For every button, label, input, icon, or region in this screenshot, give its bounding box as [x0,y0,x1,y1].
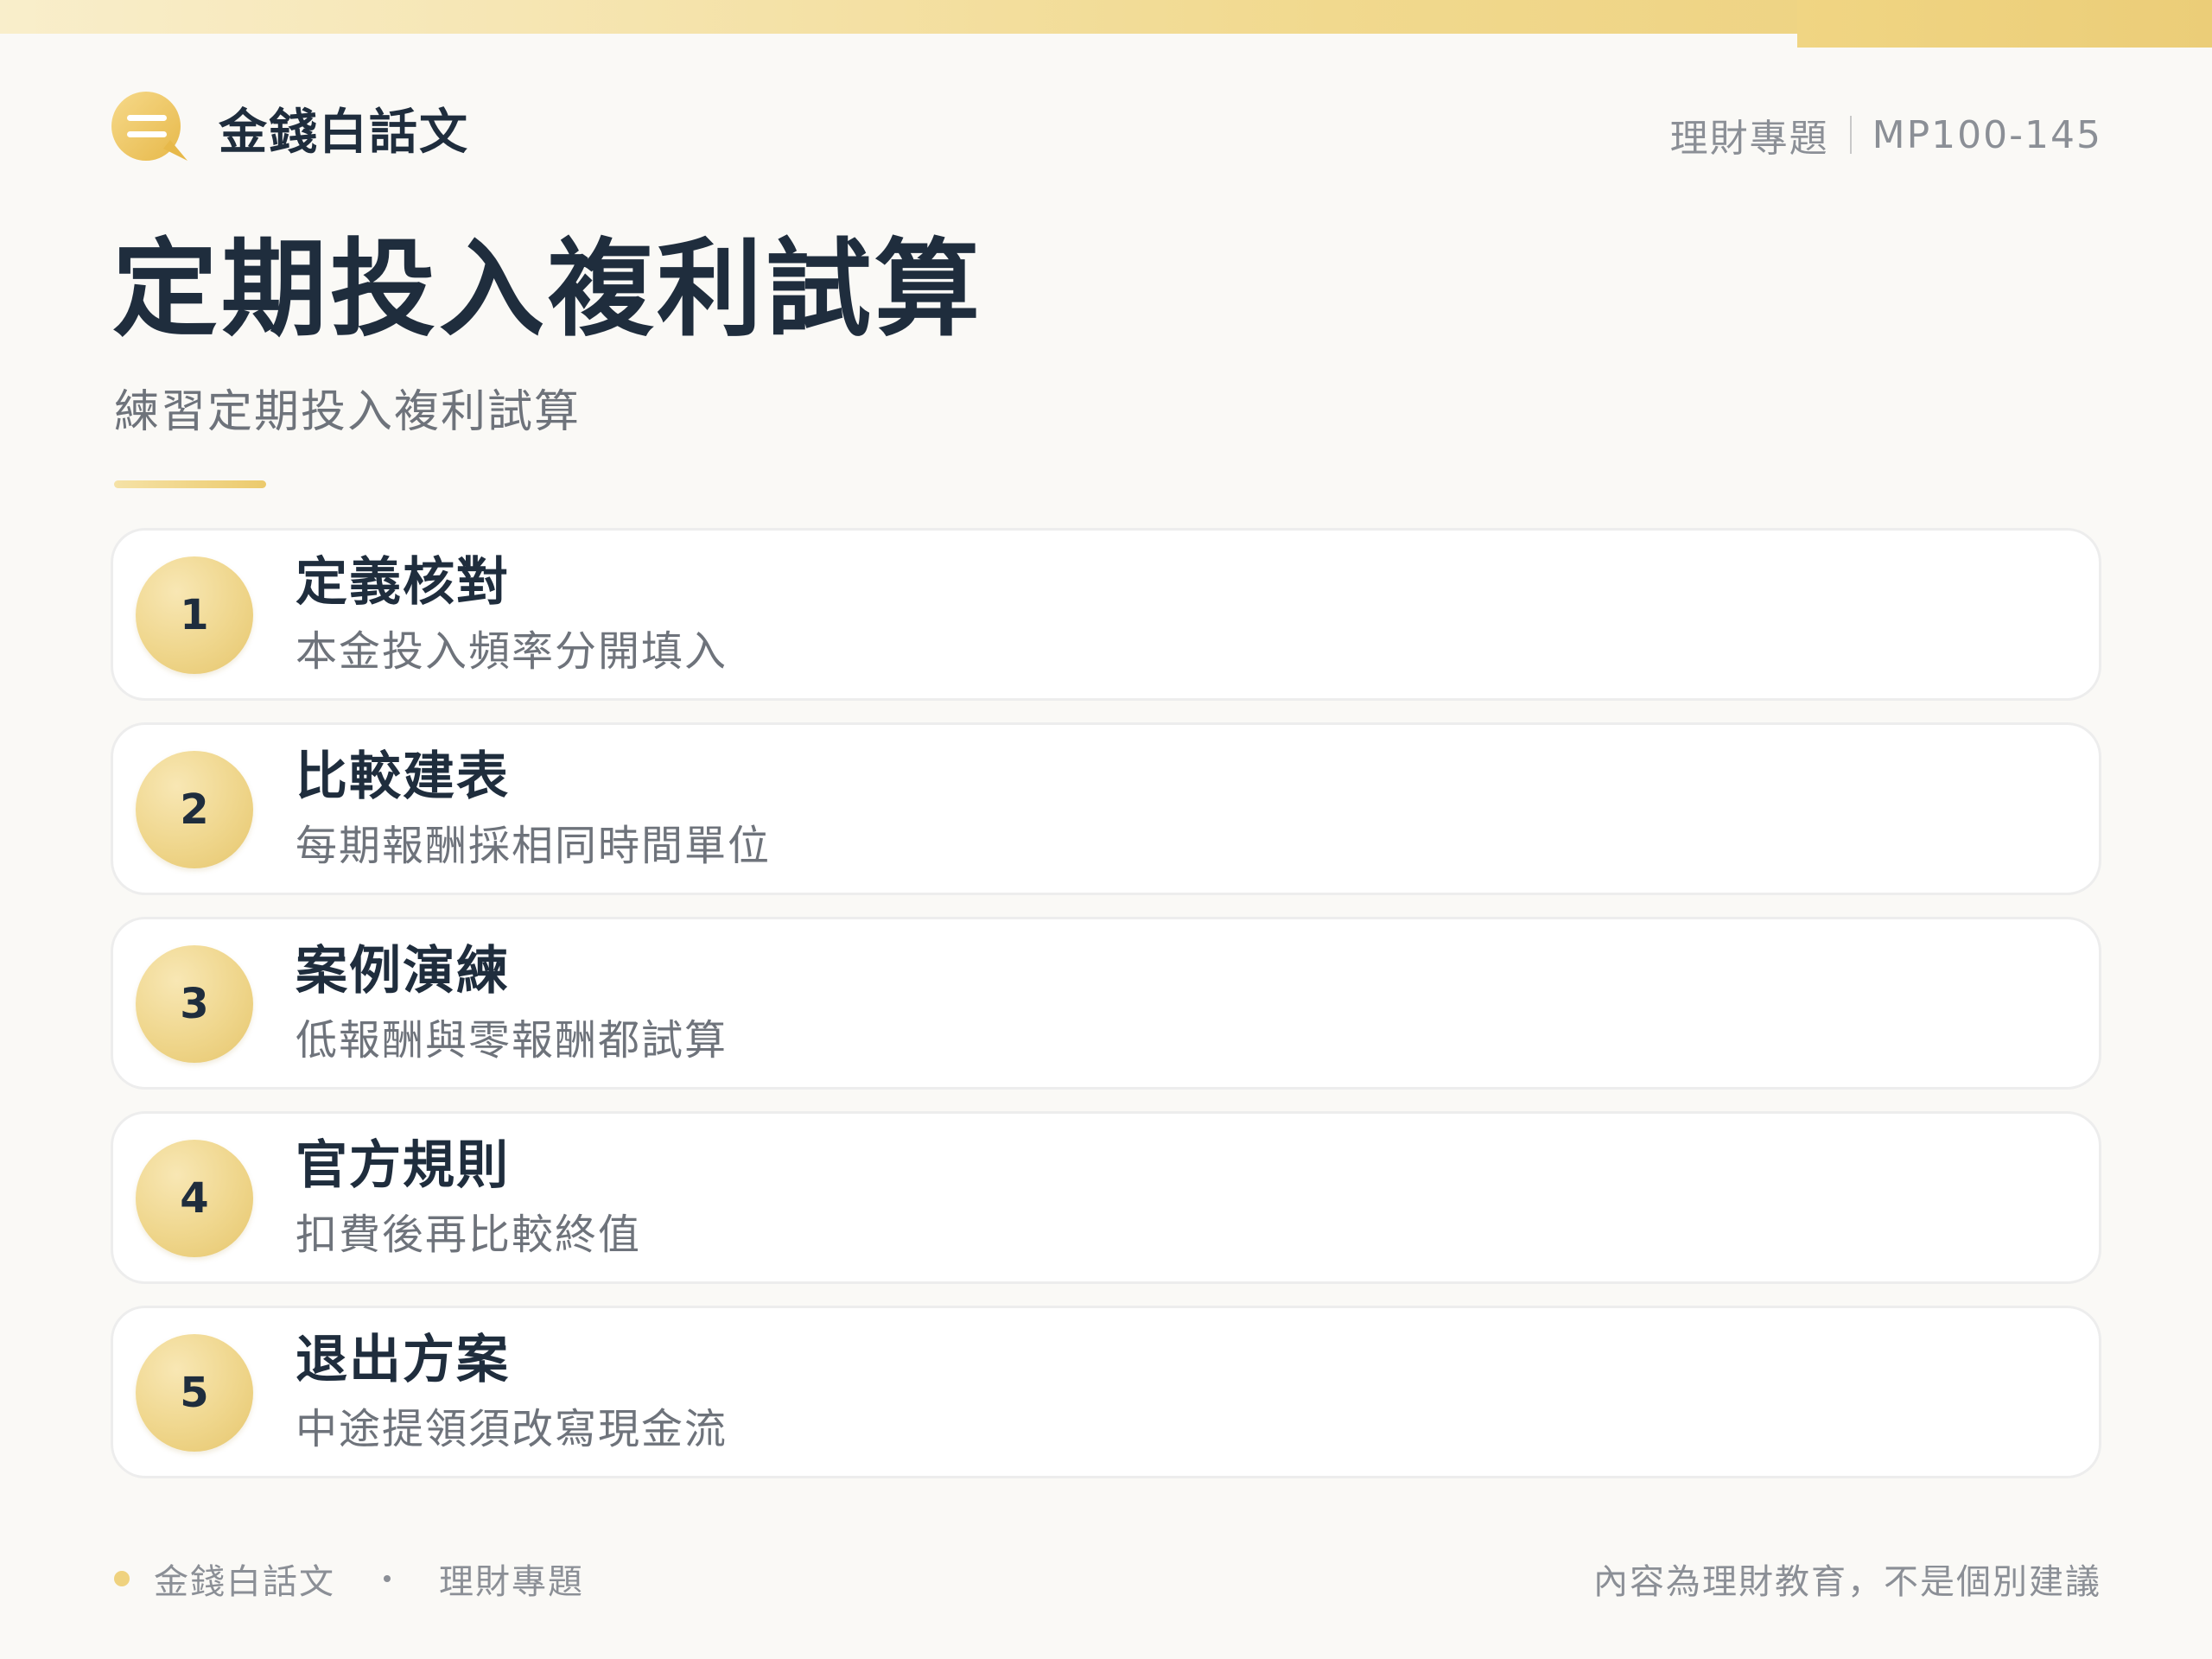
step-title: 定義核對 [296,552,510,613]
page-subtitle: 練習定期投入複利試算 [114,386,582,438]
page-title: 定期投入複利試算 [112,228,983,351]
step-card: 4 官方規則 扣費後再比較終值 [111,1111,2101,1284]
steps-list: 1 定義核對 本金投入頻率分開填入 2 比較建表 每期報酬採相同時間單位 3 案… [111,528,2101,1500]
step-card: 3 案例演練 低報酬與零報酬都試算 [111,917,2101,1090]
step-card: 1 定義核對 本金投入頻率分開填入 [111,528,2101,701]
footer-dot-icon [114,1571,130,1586]
top-accent-tab [1797,0,2212,48]
header-code: MP100-145 [1872,112,2102,157]
step-number-badge: 2 [136,751,253,868]
footer-bullet-icon [384,1575,391,1582]
header-separator [1849,116,1852,154]
footer-category: 理財專題 [439,1562,584,1602]
step-title: 比較建表 [296,747,510,807]
step-description: 扣費後再比較終值 [296,1211,642,1259]
footer-brand: 金錢白話文 [154,1562,335,1602]
step-number-badge: 5 [136,1334,253,1452]
step-number-badge: 4 [136,1140,253,1257]
speech-bubble-icon [110,92,189,164]
step-description: 低報酬與零報酬都試算 [296,1016,728,1065]
step-description: 本金投入頻率分開填入 [296,627,728,676]
step-title: 案例演練 [296,941,510,1001]
footer-disclaimer: 內容為理財教育，不是個別建議 [1593,1562,2101,1602]
step-number-badge: 1 [136,556,253,674]
brand: 金錢白話文 [110,92,469,164]
step-description: 每期報酬採相同時間單位 [296,822,772,870]
header-meta: 理財專題 MP100-145 [1670,107,2102,162]
step-card: 5 退出方案 中途提領須改寫現金流 [111,1306,2101,1478]
step-title: 退出方案 [296,1330,510,1390]
footer-left: 金錢白話文 理財專題 [114,1554,584,1604]
step-title: 官方規則 [296,1135,510,1196]
step-card: 2 比較建表 每期報酬採相同時間單位 [111,722,2101,895]
step-number-badge: 3 [136,945,253,1063]
title-accent-line [114,480,266,488]
brand-name: 金錢白話文 [219,104,469,161]
step-description: 中途提領須改寫現金流 [296,1405,728,1453]
header-category: 理財專題 [1669,117,1829,161]
